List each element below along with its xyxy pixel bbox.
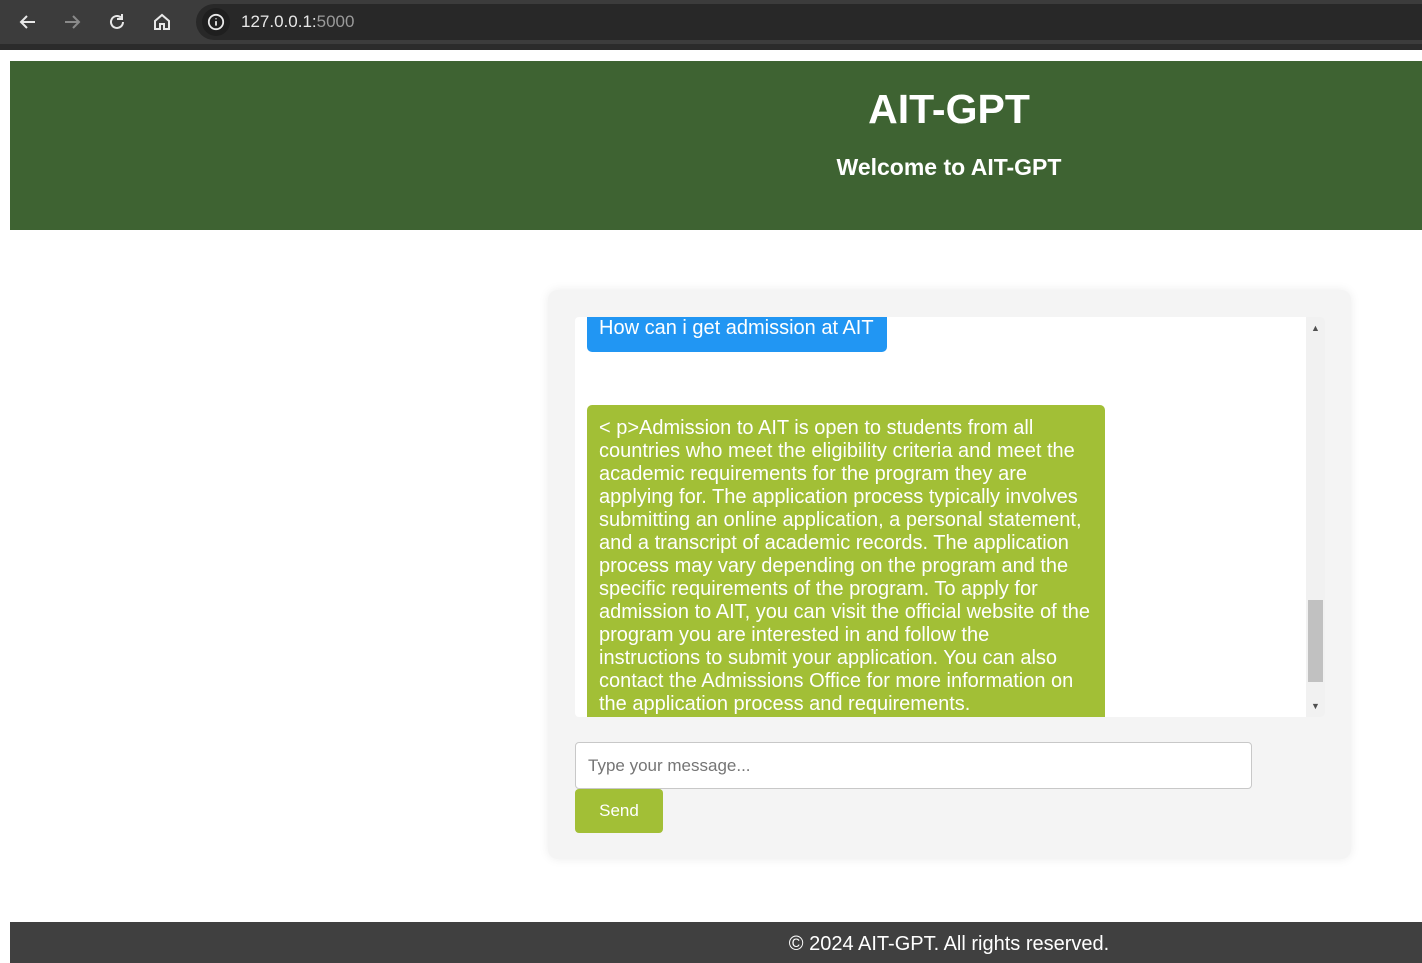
back-arrow-icon — [19, 15, 35, 29]
scroll-up-arrow-icon[interactable]: ▲ — [1306, 319, 1325, 337]
forward-button[interactable] — [57, 7, 87, 37]
reload-button[interactable] — [102, 7, 132, 37]
send-button[interactable]: Send — [575, 789, 663, 833]
scroll-down-arrow-icon[interactable]: ▼ — [1306, 697, 1325, 715]
page-header: AIT-GPT Welcome to AIT-GPT — [10, 61, 1422, 230]
reload-icon — [110, 14, 124, 29]
info-icon — [207, 13, 225, 31]
footer-text: © 2024 AIT-GPT. All rights reserved. — [788, 933, 1110, 955]
message-input[interactable] — [575, 742, 1252, 789]
site-info-button[interactable] — [202, 8, 230, 36]
url-port: 5000 — [316, 12, 355, 31]
scroll-thumb[interactable] — [1308, 600, 1323, 682]
browser-toolbar: 127.0.0.1:5000 — [0, 0, 1422, 44]
user-message: How can i get admission at AIT — [587, 317, 887, 352]
url-text: 127.0.0.1:5000 — [241, 12, 354, 32]
chat-container: How can i get admission at AIT < p>Admis… — [548, 290, 1351, 859]
page-subtitle: Welcome to AIT-GPT — [836, 154, 1062, 180]
page-footer: © 2024 AIT-GPT. All rights reserved. — [10, 922, 1422, 963]
address-bar[interactable]: 127.0.0.1:5000 — [196, 4, 1422, 40]
back-button[interactable] — [13, 7, 43, 37]
forward-arrow-icon — [65, 15, 81, 29]
home-button[interactable] — [147, 7, 177, 37]
page-title: AIT-GPT — [868, 86, 1030, 132]
chat-scrollbar[interactable]: ▲ ▼ — [1306, 317, 1325, 717]
home-icon — [154, 13, 170, 30]
bot-message: < p>Admission to AIT is open to students… — [587, 405, 1105, 717]
toolbar-divider — [0, 44, 1422, 50]
url-host: 127.0.0.1: — [241, 12, 317, 31]
chat-window[interactable]: How can i get admission at AIT < p>Admis… — [575, 317, 1325, 717]
